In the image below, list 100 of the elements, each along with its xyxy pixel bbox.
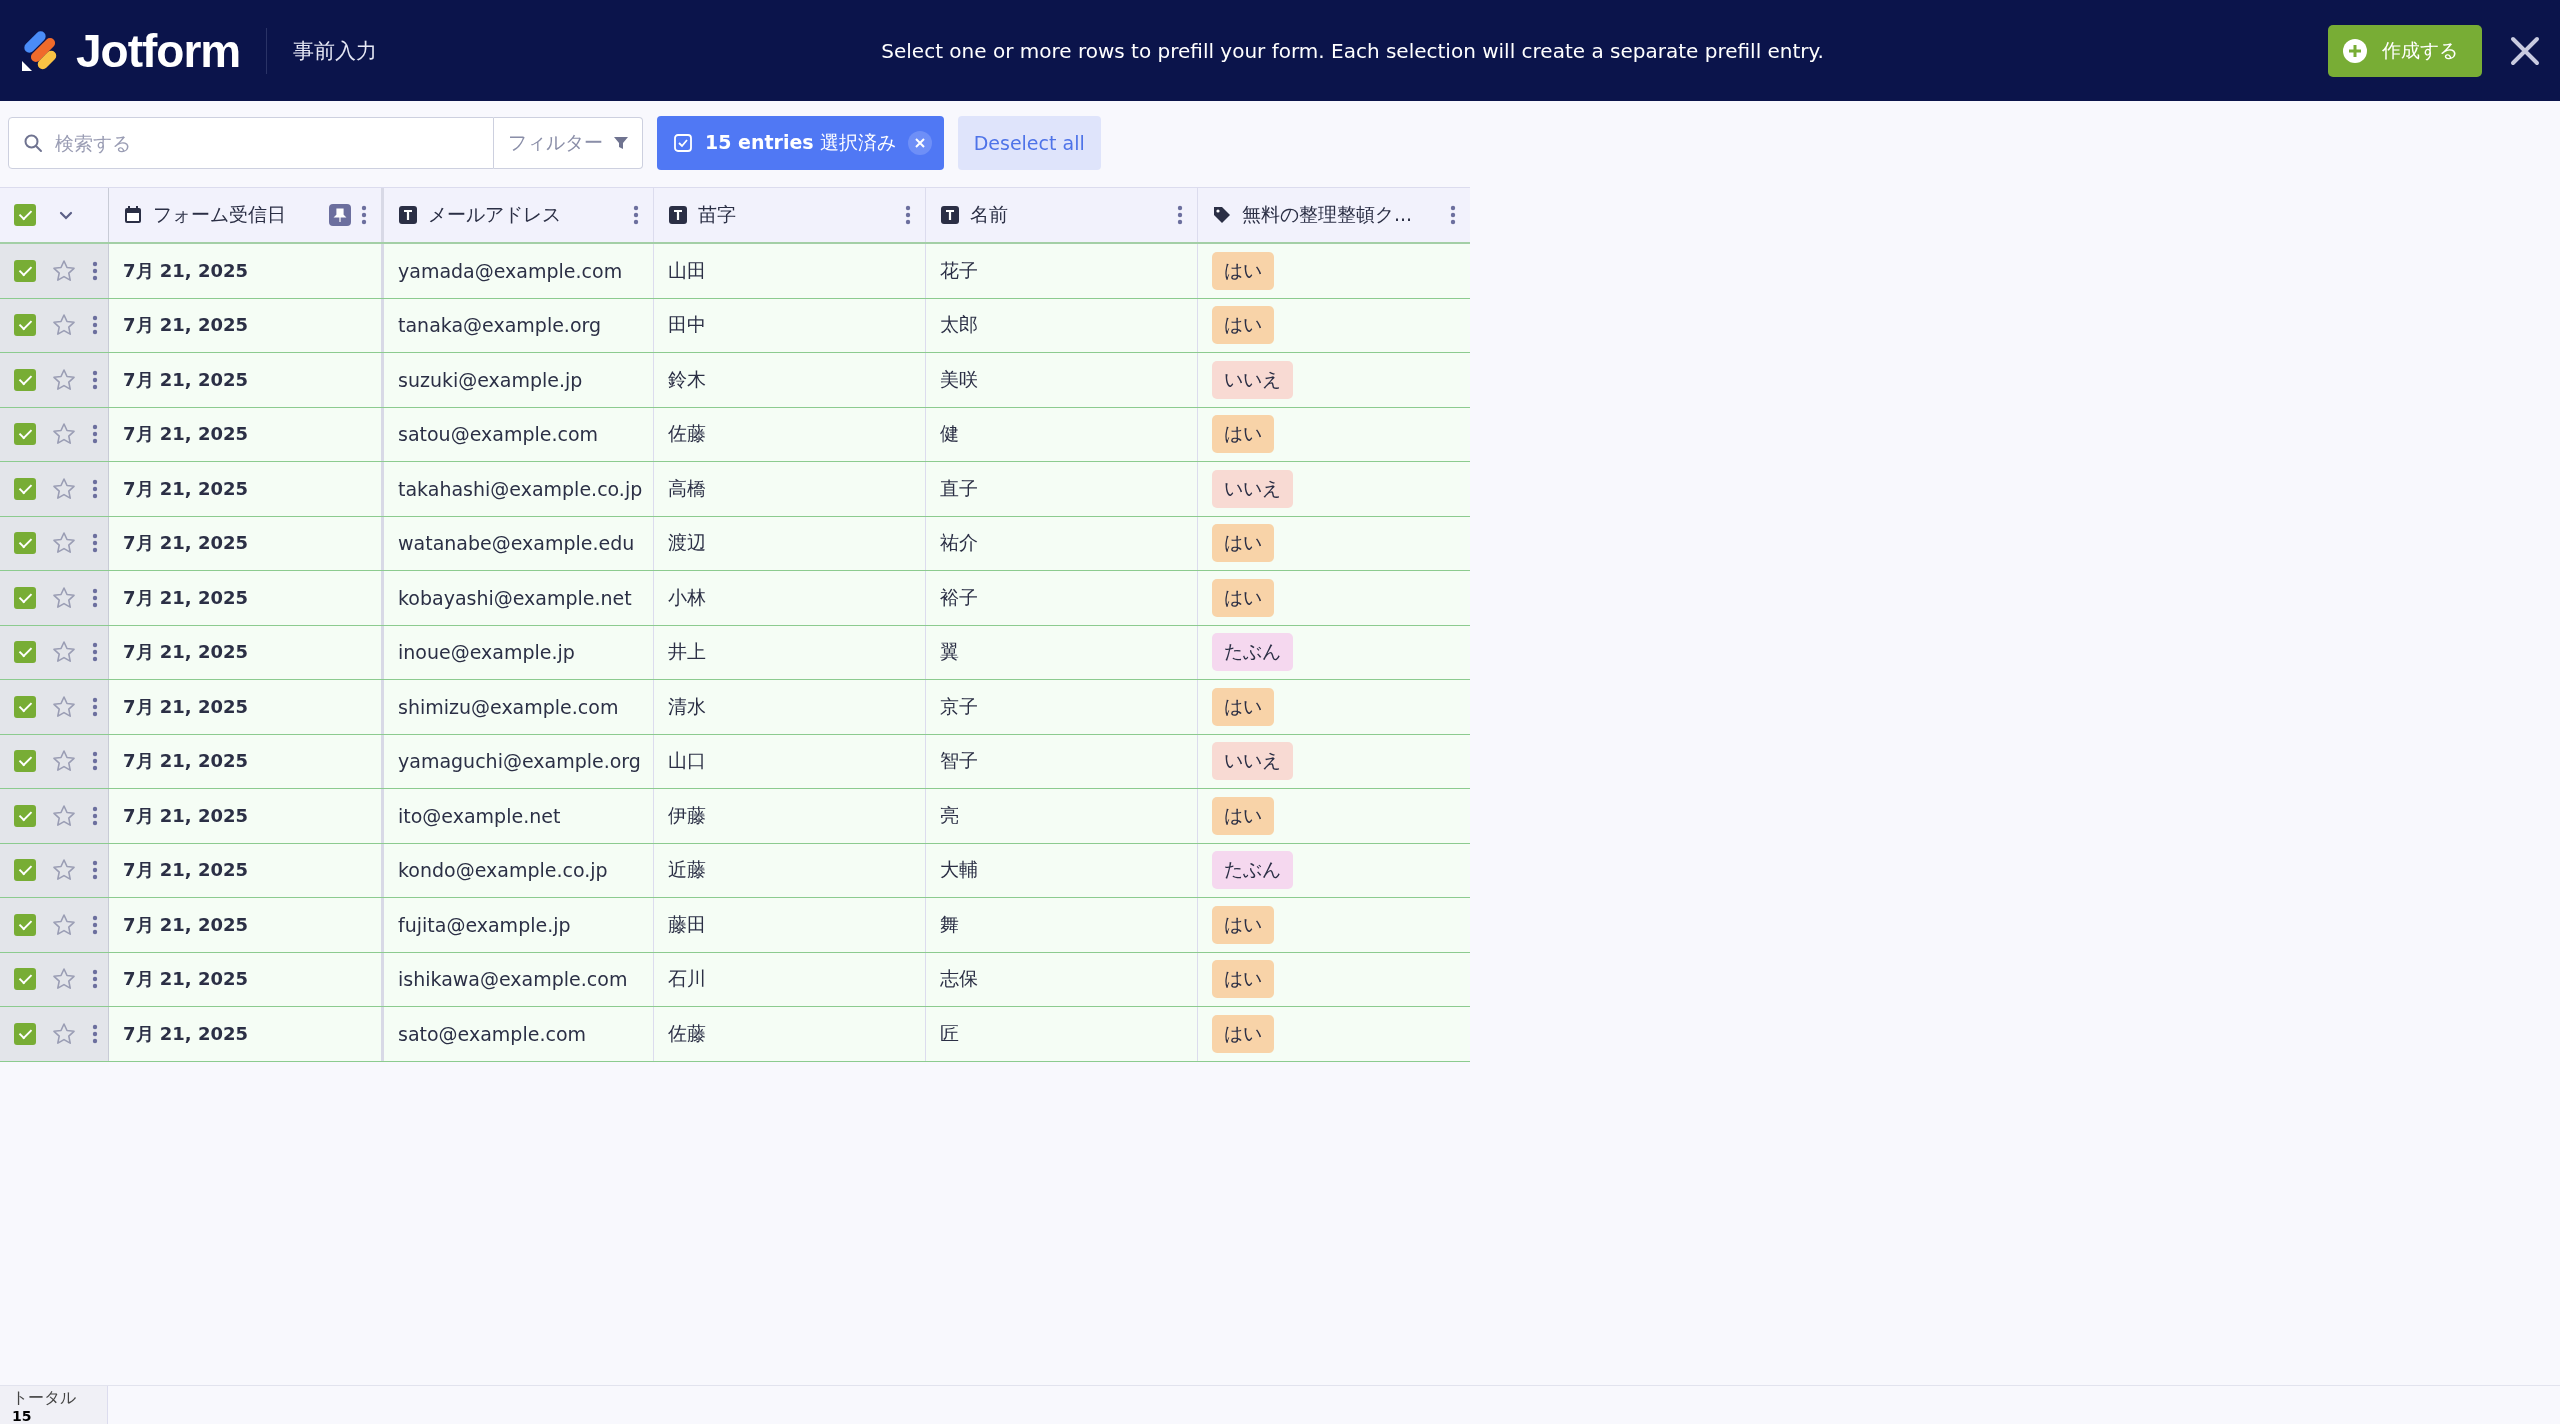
more-options-icon[interactable] <box>92 696 98 717</box>
table-cell: 7月 21, 2025 <box>123 640 249 665</box>
star-icon[interactable] <box>52 749 76 774</box>
table-cell: kobayashi@example.net <box>398 586 632 609</box>
table-cell: ishikawa@example.com <box>398 968 628 991</box>
table-cell-text: 匠 <box>940 1020 959 1046</box>
row-checkbox[interactable] <box>14 913 36 936</box>
more-options-icon[interactable] <box>633 205 639 225</box>
column-title: メールアドレス <box>428 202 562 227</box>
star-icon[interactable] <box>52 694 76 719</box>
row-checkbox[interactable] <box>14 1022 36 1045</box>
row-checkbox[interactable] <box>14 477 36 500</box>
table-cell: 7月 21, 2025 <box>123 912 249 937</box>
table-cell-text: 翼 <box>940 639 959 665</box>
tag-icon <box>1212 205 1232 225</box>
column-header[interactable]: 名前 <box>925 188 1197 242</box>
table-cell-text: 小林 <box>668 584 706 610</box>
table-cell-text: 藤田 <box>668 911 706 937</box>
logo-text: Jotform <box>76 23 241 78</box>
search-field[interactable]: 検索する <box>8 117 494 169</box>
table-cell: yamaguchi@example.org <box>398 750 641 773</box>
star-icon[interactable] <box>52 967 76 992</box>
answer-tag: いいえ <box>1212 360 1293 399</box>
table-cell: inoue@example.jp <box>398 641 575 664</box>
close-icon[interactable] <box>2510 35 2540 66</box>
more-options-icon[interactable] <box>92 424 98 445</box>
row-checkbox[interactable] <box>14 859 36 882</box>
column-title: フォーム受信日 <box>153 202 287 227</box>
total-label: トータル <box>12 1388 77 1409</box>
answer-tag: はい <box>1212 960 1274 999</box>
table-cell: 7月 21, 2025 <box>123 967 249 992</box>
row-checkbox[interactable] <box>14 368 36 391</box>
star-icon[interactable] <box>52 912 76 937</box>
table-cell: 7月 21, 2025 <box>123 367 249 392</box>
table-cell: 7月 21, 2025 <box>123 694 249 719</box>
more-options-icon[interactable] <box>1450 205 1456 225</box>
table-cell-text: 近藤 <box>668 857 706 883</box>
more-options-icon[interactable] <box>92 1023 98 1044</box>
more-options-icon[interactable] <box>92 805 98 826</box>
star-icon[interactable] <box>52 640 76 665</box>
more-options-icon[interactable] <box>92 914 98 935</box>
table-cell: 7月 21, 2025 <box>123 422 249 447</box>
more-options-icon[interactable] <box>92 260 98 281</box>
star-icon[interactable] <box>52 531 76 556</box>
calendar-icon <box>123 205 143 225</box>
star-icon[interactable] <box>52 367 76 392</box>
text-type-icon <box>668 205 688 225</box>
column-header[interactable]: フォーム受信日 <box>108 188 381 242</box>
star-icon[interactable] <box>52 313 76 338</box>
more-options-icon[interactable] <box>361 205 367 225</box>
column-header[interactable]: 苗字 <box>653 188 925 242</box>
more-options-icon[interactable] <box>92 478 98 499</box>
page-title: 事前入力 <box>293 37 378 65</box>
row-checkbox[interactable] <box>14 968 36 991</box>
table-cell-text: 山田 <box>668 257 706 283</box>
more-options-icon[interactable] <box>92 751 98 772</box>
table-cell-text: 石川 <box>668 966 706 992</box>
more-options-icon[interactable] <box>92 369 98 390</box>
star-icon[interactable] <box>52 858 76 883</box>
row-checkbox[interactable] <box>14 586 36 609</box>
more-options-icon[interactable] <box>905 205 911 225</box>
clear-selection-icon[interactable] <box>907 131 932 155</box>
star-icon[interactable] <box>52 476 76 501</box>
star-icon[interactable] <box>52 585 76 610</box>
more-options-icon[interactable] <box>92 587 98 608</box>
row-checkbox[interactable] <box>14 423 36 446</box>
table-cell-text: 京子 <box>940 693 978 719</box>
more-options-icon[interactable] <box>92 315 98 336</box>
star-icon[interactable] <box>52 258 76 283</box>
answer-tag: はい <box>1212 524 1274 563</box>
table-cell: ito@example.net <box>398 804 561 827</box>
star-icon[interactable] <box>52 1021 76 1046</box>
star-icon[interactable] <box>52 422 76 447</box>
row-checkbox[interactable] <box>14 695 36 718</box>
table-cell: tanaka@example.org <box>398 314 602 337</box>
answer-tag: はい <box>1212 1014 1274 1053</box>
row-checkbox[interactable] <box>14 532 36 555</box>
table-cell-text: 清水 <box>668 693 706 719</box>
more-options-icon[interactable] <box>92 860 98 881</box>
table-cell-text: 井上 <box>668 639 706 665</box>
more-options-icon[interactable] <box>92 642 98 663</box>
table-cell-text: 志保 <box>940 966 978 992</box>
table-cell: takahashi@example.co.jp <box>398 477 643 500</box>
table-cell: sato@example.com <box>398 1022 586 1045</box>
pin-icon[interactable] <box>329 204 351 226</box>
plus-icon <box>2342 37 2368 64</box>
row-checkbox[interactable] <box>14 750 36 773</box>
row-checkbox[interactable] <box>14 641 36 664</box>
more-options-icon[interactable] <box>92 969 98 990</box>
more-options-icon[interactable] <box>1177 205 1183 225</box>
row-checkbox[interactable] <box>14 314 36 337</box>
star-icon[interactable] <box>52 803 76 828</box>
row-checkbox[interactable] <box>14 259 36 282</box>
text-type-icon <box>940 205 960 225</box>
answer-tag: はい <box>1212 578 1274 617</box>
select-all-checkbox[interactable] <box>14 204 36 226</box>
more-options-icon[interactable] <box>92 533 98 554</box>
table-cell: 7月 21, 2025 <box>123 749 249 774</box>
table-cell: shimizu@example.com <box>398 695 619 718</box>
row-checkbox[interactable] <box>14 804 36 827</box>
